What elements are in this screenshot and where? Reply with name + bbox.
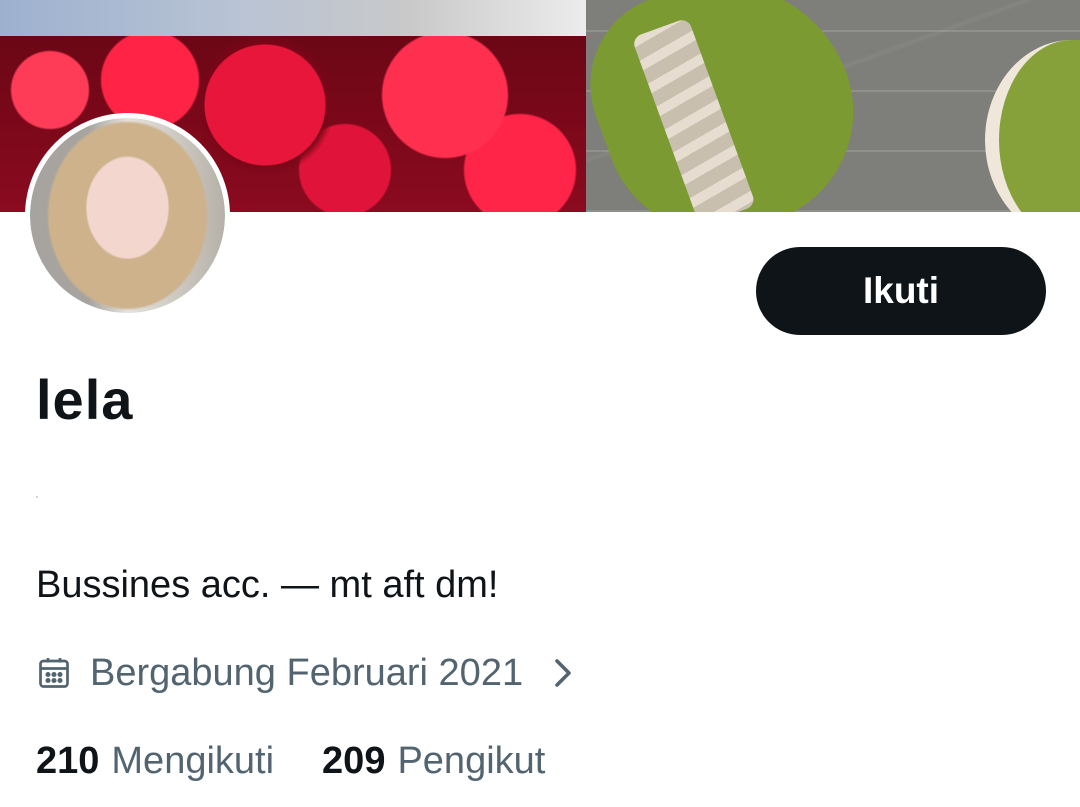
following-link[interactable]: 210 Mengikuti bbox=[36, 740, 274, 783]
banner-top-strip bbox=[0, 0, 586, 36]
calendar-icon bbox=[36, 655, 72, 691]
sneaker-laces bbox=[631, 17, 757, 212]
handle-placeholder bbox=[36, 496, 38, 498]
join-date-text: Bergabung Februari 2021 bbox=[90, 651, 524, 694]
avatar-photo bbox=[30, 118, 225, 313]
profile-avatar[interactable] bbox=[25, 113, 230, 318]
following-count: 210 bbox=[36, 739, 100, 782]
chevron-right-icon[interactable] bbox=[551, 657, 575, 689]
followers-label: Pengikut bbox=[397, 739, 546, 782]
following-label: Mengikuti bbox=[111, 739, 275, 782]
profile-bio: Bussines acc. — mt aft dm! bbox=[36, 564, 499, 606]
followers-count: 209 bbox=[322, 739, 386, 782]
followers-link[interactable]: 209 Pengikut bbox=[322, 740, 545, 783]
profile-stats: 210 Mengikuti 209 Pengikut bbox=[36, 736, 545, 786]
join-date-row[interactable]: Bergabung Februari 2021 bbox=[36, 648, 575, 698]
display-name: lela bbox=[36, 368, 134, 431]
follow-button[interactable]: Ikuti bbox=[756, 247, 1046, 335]
